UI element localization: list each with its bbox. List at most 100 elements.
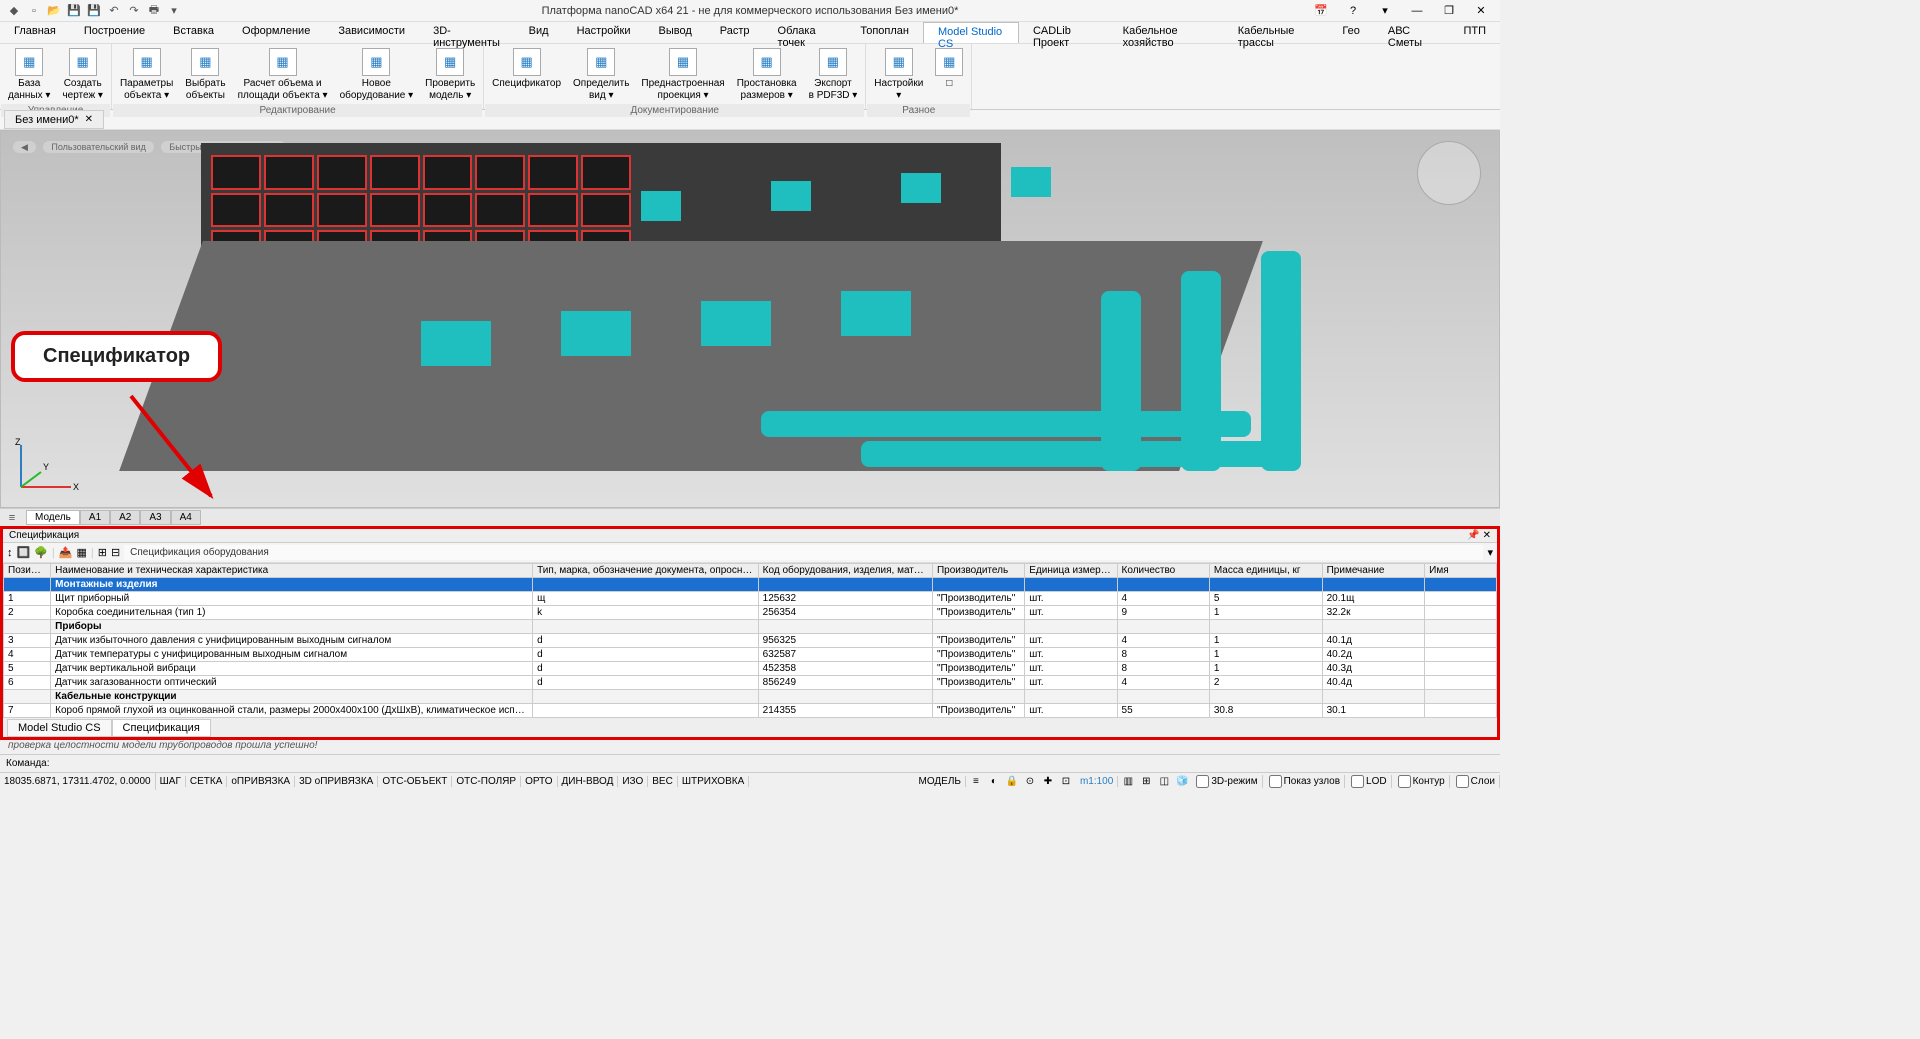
ribbon-button[interactable]: ▦Создатьчертеж ▾ <box>57 47 108 102</box>
status-toggle[interactable]: ШАГ <box>156 776 186 787</box>
scale-readout[interactable]: m1:100 <box>1076 776 1118 787</box>
ribbon-button[interactable]: ▦Расчет объема иплощади объекта ▾ <box>233 47 333 102</box>
sb-icon-3d[interactable]: 🧊 <box>1174 774 1190 790</box>
sb-icon[interactable]: 🔒 <box>1004 774 1020 790</box>
ribbon-button[interactable]: ▦Базаданных ▾ <box>3 47 55 102</box>
ribbon-button[interactable]: ▦Простановкаразмеров ▾ <box>732 47 802 102</box>
ribbon-button[interactable]: ▦Проверитьмодель ▾ <box>420 47 480 102</box>
menu-tab[interactable]: Model Studio CS <box>923 22 1019 43</box>
table-row[interactable]: 3Датчик избыточного давления с унифициро… <box>4 634 1497 648</box>
nanocad-logo-icon[interactable]: ◆ <box>6 3 22 19</box>
table-row[interactable]: 1Щит приборныйщ125632"Производитель"шт.4… <box>4 592 1497 606</box>
spec-table[interactable]: ПозицияНаименование и техническая характ… <box>3 563 1497 717</box>
status-right-item[interactable]: Показ узлов <box>1265 775 1345 788</box>
spec-col-header[interactable]: Позиция <box>4 564 51 578</box>
menu-tab[interactable]: CADLib Проект <box>1019 22 1109 43</box>
ribbon-button[interactable]: ▦Преднастроеннаяпроекция ▾ <box>636 47 729 102</box>
status-toggle[interactable]: ОРТО <box>521 776 557 787</box>
table-row[interactable]: 6Датчик загазованности оптическийd856249… <box>4 676 1497 690</box>
table2-icon[interactable]: ⊟ <box>111 546 120 559</box>
ribbon-button[interactable]: ▦Определитьвид ▾ <box>568 47 634 102</box>
sb-icon[interactable]: ⊞ <box>1138 774 1154 790</box>
model-space-label[interactable]: МОДЕЛЬ <box>914 776 965 787</box>
menu-tab[interactable]: Зависимости <box>324 22 419 43</box>
spec-col-header[interactable]: Единица измерения <box>1025 564 1117 578</box>
menu-tab[interactable]: Кабельные трассы <box>1224 22 1329 43</box>
menu-tab[interactable]: Вид <box>515 22 563 43</box>
redo-icon[interactable]: ↷ <box>126 3 142 19</box>
menu-tab[interactable]: 3D-инструменты <box>419 22 515 43</box>
menu-tab[interactable]: Оформление <box>228 22 324 43</box>
status-right-item[interactable]: 3D-режим <box>1192 775 1262 788</box>
menu-tab[interactable]: Вставка <box>159 22 228 43</box>
layout-tab[interactable]: А4 <box>171 510 201 525</box>
status-right-item[interactable]: LOD <box>1347 775 1392 788</box>
ribbon-button[interactable]: ▦Настройки▾ <box>869 47 928 102</box>
ribbon-button[interactable]: ▦Экспортв PDF3D ▾ <box>804 47 863 102</box>
menu-tab[interactable]: Кабельное хозяйство <box>1109 22 1224 43</box>
menu-tab[interactable]: Построение <box>70 22 159 43</box>
spec-bottom-tab[interactable]: Model Studio CS <box>7 719 112 737</box>
spec-col-header[interactable]: Тип, марка, обозначение документа, опрос… <box>533 564 759 578</box>
calendar-icon[interactable]: 📅 <box>1306 1 1336 21</box>
grid-icon[interactable]: ▦ <box>76 546 86 559</box>
status-toggle[interactable]: ИЗО <box>618 776 648 787</box>
ribbon-button[interactable]: ▦Выбратьобъекты <box>180 47 230 102</box>
save-icon[interactable]: 💾 <box>66 3 82 19</box>
menu-tab[interactable]: Настройки <box>563 22 645 43</box>
view-mode-label[interactable]: Пользовательский вид <box>43 141 153 153</box>
spec-col-header[interactable]: Масса единицы, кг <box>1209 564 1322 578</box>
table-row[interactable]: Приборы <box>4 620 1497 634</box>
status-toggle[interactable]: СЕТКА <box>186 776 228 787</box>
menu-tab[interactable]: Гео <box>1328 22 1373 43</box>
table-row[interactable]: Монтажные изделия <box>4 578 1497 592</box>
view-cube[interactable] <box>1417 141 1481 205</box>
sb-icon[interactable]: ⊡ <box>1058 774 1074 790</box>
qat-dropdown-icon[interactable]: ▾ <box>166 3 182 19</box>
open-icon[interactable]: 📂 <box>46 3 62 19</box>
layout-tab[interactable]: Модель <box>26 510 80 525</box>
ribbon-button[interactable]: ▦Параметрыобъекта ▾ <box>115 47 178 102</box>
spec-close-icon[interactable]: ✕ <box>1483 530 1491 541</box>
status-toggle[interactable]: ОТС-ПОЛЯР <box>452 776 521 787</box>
spec-col-header[interactable]: Производитель <box>932 564 1024 578</box>
sb-icon[interactable]: ◐ <box>986 774 1002 790</box>
help-button[interactable]: ? <box>1338 1 1368 21</box>
status-toggle[interactable]: оПРИВЯЗКА <box>227 776 295 787</box>
sb-icon[interactable]: ✚ <box>1040 774 1056 790</box>
viewport-3d[interactable]: ◀ Пользовательский вид Быстрый с показом… <box>0 130 1500 508</box>
close-tab-icon[interactable]: ✕ <box>85 114 93 125</box>
table-row[interactable]: 4Датчик температуры с унифицированным вы… <box>4 648 1497 662</box>
new-icon[interactable]: ▫ <box>26 3 42 19</box>
status-toggle[interactable]: 3D оПРИВЯЗКА <box>295 776 378 787</box>
spec-col-header[interactable]: Наименование и техническая характеристик… <box>51 564 533 578</box>
command-input[interactable] <box>50 758 1494 769</box>
menu-tab[interactable]: Главная <box>0 22 70 43</box>
menu-tab[interactable]: ПТП <box>1449 22 1500 43</box>
menu-tab[interactable]: Вывод <box>645 22 706 43</box>
layout-tab[interactable]: А2 <box>110 510 140 525</box>
minimize-button[interactable]: — <box>1402 1 1432 21</box>
menu-tab[interactable]: Растр <box>706 22 764 43</box>
menu-tab[interactable]: Облака точек <box>764 22 847 43</box>
maximize-button[interactable]: ❐ <box>1434 1 1464 21</box>
status-toggle[interactable]: ШТРИХОВКА <box>678 776 749 787</box>
ribbon-button[interactable]: ▦□ <box>930 47 968 91</box>
status-toggle[interactable]: ВЕС <box>648 776 678 787</box>
menu-tab[interactable]: Топоплан <box>846 22 923 43</box>
sb-icon[interactable]: ▥ <box>1120 774 1136 790</box>
undo-icon[interactable]: ↶ <box>106 3 122 19</box>
table-row[interactable]: 2Коробка соединительная (тип 1)k256354"П… <box>4 606 1497 620</box>
status-right-item[interactable]: Слои <box>1452 775 1500 788</box>
print-icon[interactable]: 🖶 <box>146 3 162 19</box>
layout-menu-icon[interactable]: ≡ <box>4 510 20 526</box>
sb-icon[interactable]: ⊙ <box>1022 774 1038 790</box>
layout-tab[interactable]: А3 <box>140 510 170 525</box>
status-right-item[interactable]: Контур <box>1394 775 1450 788</box>
help-dropdown-icon[interactable]: ▾ <box>1370 1 1400 21</box>
status-toggle[interactable]: ОТС-ОБЪЕКТ <box>378 776 452 787</box>
spec-dropdown-icon[interactable]: ▾ <box>1487 546 1493 559</box>
table-row[interactable]: Кабельные конструкции <box>4 690 1497 704</box>
breadcrumb-back-icon[interactable]: ◀ <box>13 141 36 153</box>
ribbon-button[interactable]: ▦Новоеоборудование ▾ <box>335 47 419 102</box>
